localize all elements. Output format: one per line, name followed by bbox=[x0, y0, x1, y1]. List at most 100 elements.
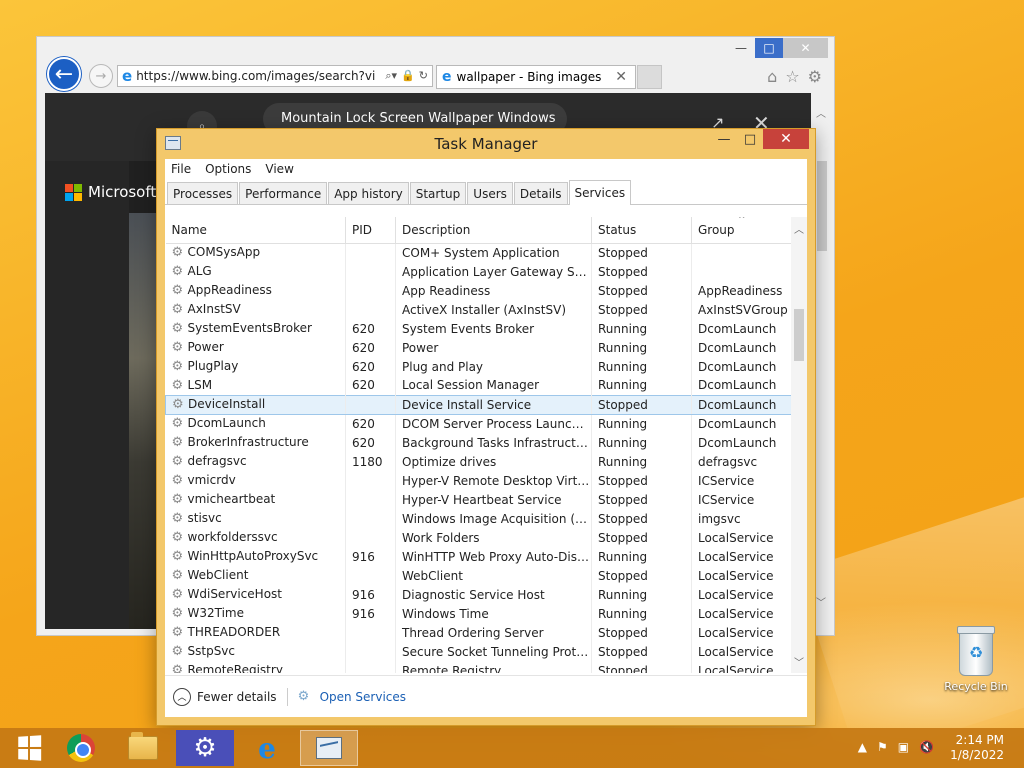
search-icon[interactable]: ⌕▾ bbox=[385, 69, 397, 83]
cell-description: Work Folders bbox=[395, 528, 592, 547]
start-button[interactable] bbox=[0, 730, 58, 766]
lock-icon[interactable]: 🔒 bbox=[401, 69, 415, 83]
tab-close-icon[interactable]: ✕ bbox=[607, 69, 635, 85]
table-row[interactable]: ⚙ ALG Application Layer Gateway Service Sto… bbox=[165, 262, 794, 281]
taskbar-file-explorer[interactable] bbox=[114, 730, 172, 766]
column-header-pid[interactable]: PID bbox=[345, 217, 396, 244]
taskbar-settings[interactable]: ⚙ bbox=[176, 730, 234, 766]
column-header-name[interactable]: Name bbox=[165, 217, 346, 244]
table-row[interactable]: ⚙ WinHttpAutoProxySvc 916 WinHTTP Web Proxy… bbox=[165, 547, 794, 566]
table-row[interactable]: ⚙ W32Time 916 Windows Time Running LocalServi… bbox=[165, 604, 794, 623]
cell-description: Power bbox=[395, 338, 592, 357]
menu-file[interactable]: File bbox=[171, 162, 191, 176]
cell-group: DcomLaunch bbox=[691, 433, 794, 452]
services-gear-icon: ⚙ bbox=[297, 689, 310, 704]
minimize-button[interactable]: — bbox=[727, 38, 755, 58]
browser-tab[interactable]: e wallpaper - Bing images ✕ bbox=[436, 65, 636, 89]
show-hidden-icons-icon[interactable]: ▲ bbox=[858, 740, 867, 754]
tab-startup[interactable]: Startup bbox=[409, 182, 467, 204]
volume-muted-icon[interactable]: 🔇 bbox=[919, 740, 934, 754]
service-name: vmicrdv bbox=[187, 473, 236, 487]
address-bar[interactable]: e https://www.bing.com/images/search?vi … bbox=[117, 65, 433, 87]
taskbar-chrome[interactable] bbox=[52, 730, 110, 766]
maximize-button[interactable]: □ bbox=[737, 129, 763, 149]
fewer-details-button[interactable]: ︿ Fewer details bbox=[173, 687, 277, 706]
system-tray: ▲ ⚑ ▣ 🔇 bbox=[858, 740, 934, 754]
table-row[interactable]: ⚙ THREADORDER Thread Ordering Server Stoppe… bbox=[165, 623, 794, 642]
address-url[interactable]: https://www.bing.com/images/search?vi bbox=[136, 69, 381, 83]
open-services-link[interactable]: ⚙ Open Services bbox=[298, 689, 406, 704]
table-row[interactable]: ⚙ BrokerInfrastructure 620 Background Tasks… bbox=[165, 433, 794, 452]
tab-app-history[interactable]: App history bbox=[328, 182, 409, 204]
services-scrollbar[interactable]: ︿ ﹀ bbox=[791, 217, 807, 673]
cell-name: ⚙ AxInstSV bbox=[165, 300, 346, 319]
scroll-thumb[interactable] bbox=[817, 161, 827, 251]
new-tab-button[interactable] bbox=[637, 65, 662, 89]
table-row[interactable]: ⚙ PlugPlay 620 Plug and Play Running DcomLaun… bbox=[165, 357, 794, 376]
tab-services[interactable]: Services bbox=[568, 180, 632, 205]
chrome-icon bbox=[67, 734, 95, 762]
taskbar-task-manager[interactable] bbox=[300, 730, 358, 766]
table-row[interactable]: ⚙ DeviceInstall Device Install Service Stop… bbox=[165, 394, 794, 415]
tab-users[interactable]: Users bbox=[467, 182, 513, 204]
sort-ascending-icon: ^ bbox=[738, 217, 746, 225]
column-header-status[interactable]: Status bbox=[591, 217, 692, 244]
table-row[interactable]: ⚙ WebClient WebClient Stopped LocalService bbox=[165, 566, 794, 585]
table-row[interactable]: ⚙ defragsvc 1180 Optimize drives Running defr… bbox=[165, 452, 794, 471]
service-gear-icon: ⚙ bbox=[171, 663, 184, 673]
table-row[interactable]: ⚙ AxInstSV ActiveX Installer (AxInstSV) Sto… bbox=[165, 300, 794, 319]
action-center-flag-icon[interactable]: ⚑ bbox=[877, 740, 888, 754]
settings-gear-icon[interactable]: ⚙ bbox=[808, 67, 822, 86]
table-row[interactable]: ⚙ COMSysApp COM+ System Application Stopped bbox=[165, 243, 794, 262]
windows-logo-icon bbox=[18, 735, 42, 761]
recycle-bin-shortcut[interactable]: Recycle Bin bbox=[940, 626, 1012, 693]
column-header-group[interactable]: Group ^ bbox=[691, 217, 794, 244]
close-button[interactable]: ✕ bbox=[763, 129, 809, 149]
close-button[interactable]: ✕ bbox=[783, 38, 828, 58]
table-row[interactable]: ⚙ Power 620 Power Running DcomLaunch bbox=[165, 338, 794, 357]
cell-status: Stopped bbox=[591, 262, 692, 281]
cell-description: Windows Image Acquisition (WIA) bbox=[395, 509, 592, 528]
scroll-thumb[interactable] bbox=[794, 309, 804, 361]
menu-options[interactable]: Options bbox=[205, 162, 251, 176]
table-row[interactable]: ⚙ RemoteRegistry Remote Registry Stopped Loc… bbox=[165, 661, 794, 673]
scroll-down-icon[interactable]: ﹀ bbox=[816, 594, 826, 609]
task-manager-titlebar[interactable]: Task Manager — □ ✕ bbox=[157, 129, 815, 159]
table-row[interactable]: ⚙ vmicrdv Hyper-V Remote Desktop Virtual..… bbox=[165, 471, 794, 490]
menu-view[interactable]: View bbox=[265, 162, 293, 176]
table-row[interactable]: ⚙ vmicheartbeat Hyper-V Heartbeat Service S… bbox=[165, 490, 794, 509]
tab-processes[interactable]: Processes bbox=[167, 182, 239, 204]
minimize-button[interactable]: — bbox=[711, 129, 737, 149]
forward-button[interactable]: → bbox=[89, 64, 113, 88]
table-row[interactable]: ⚙ SystemEventsBroker 620 System Events Brok… bbox=[165, 319, 794, 338]
clock[interactable]: 2:14 PM 1/8/2022 bbox=[950, 733, 1004, 763]
column-header-description[interactable]: Description bbox=[395, 217, 592, 244]
table-row[interactable]: ⚙ LSM 620 Local Session Manager Running DcomL… bbox=[165, 376, 794, 395]
maximize-button[interactable]: □ bbox=[755, 38, 783, 58]
refresh-icon[interactable]: ↻ bbox=[419, 69, 428, 83]
cell-group: DcomLaunch bbox=[691, 338, 794, 357]
home-icon[interactable]: ⌂ bbox=[767, 67, 777, 86]
cell-description: Device Install Service bbox=[395, 394, 592, 415]
service-name: workfolderssvc bbox=[187, 530, 278, 544]
table-row[interactable]: ⚙ AppReadiness App Readiness Stopped AppRead… bbox=[165, 281, 794, 300]
cell-name: ⚙ WdiServiceHost bbox=[165, 585, 346, 604]
cell-description: Thread Ordering Server bbox=[395, 623, 592, 642]
table-row[interactable]: ⚙ stisvc Windows Image Acquisition (WIA) St… bbox=[165, 509, 794, 528]
table-row[interactable]: ⚙ WdiServiceHost 916 Diagnostic Service Hos… bbox=[165, 585, 794, 604]
taskbar-internet-explorer[interactable]: e bbox=[238, 730, 296, 766]
favorites-star-icon[interactable]: ☆ bbox=[785, 67, 799, 86]
scroll-down-icon[interactable]: ﹀ bbox=[794, 654, 804, 669]
tab-performance[interactable]: Performance bbox=[239, 182, 328, 204]
back-button[interactable]: ← bbox=[47, 57, 81, 91]
network-icon[interactable]: ▣ bbox=[898, 740, 909, 754]
table-row[interactable]: ⚙ SstpSvc Secure Socket Tunneling Protoc..… bbox=[165, 642, 794, 661]
scroll-up-icon[interactable]: ︿ bbox=[816, 105, 826, 120]
cell-status: Running bbox=[591, 452, 692, 471]
tab-details[interactable]: Details bbox=[513, 182, 568, 204]
cell-group: ICService bbox=[691, 471, 794, 490]
table-row[interactable]: ⚙ workfolderssvc Work Folders Stopped LocalS… bbox=[165, 528, 794, 547]
browser-scrollbar[interactable]: ︿ ﹀ bbox=[814, 101, 830, 631]
scroll-up-icon[interactable]: ︿ bbox=[794, 221, 804, 236]
table-row[interactable]: ⚙ DcomLaunch 620 DCOM Server Process Launch… bbox=[165, 414, 794, 433]
